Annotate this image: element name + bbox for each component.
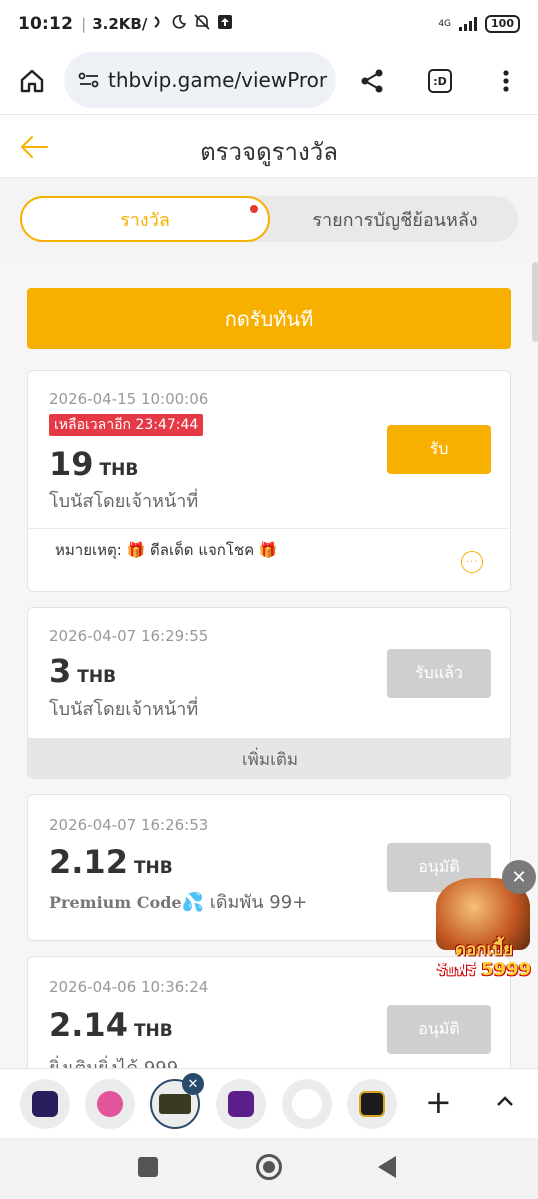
amount-currency: THB: [133, 1021, 173, 1041]
promo-amount: 5999: [481, 959, 532, 980]
divider: [28, 528, 510, 529]
page-header: ตรวจดูรางวัล: [0, 114, 538, 178]
notification-dot: [250, 205, 258, 213]
upload-icon: [217, 14, 233, 34]
recents-button[interactable]: [138, 1157, 158, 1177]
amount-currency: THB: [133, 858, 173, 878]
network-indicator: 4G: [438, 18, 452, 29]
promo-banner[interactable]: ดอกเบี้ย รับฟรี 5999 ✕: [430, 860, 538, 984]
bell-muted-icon: [193, 13, 211, 35]
source-code: Premium Code: [49, 893, 182, 912]
tab-thumbnail[interactable]: [347, 1079, 397, 1129]
reward-amount: 2.14 THB: [49, 1006, 173, 1044]
segment-control: รางวัล รายการบัญชีย้อนหลัง: [20, 196, 518, 242]
tab-area: รางวัล รายการบัญชีย้อนหลัง: [0, 178, 538, 262]
page-title: ตรวจดูรางวัล: [200, 138, 338, 166]
network-type: 4G: [438, 18, 452, 29]
battery-icon: 100: [485, 15, 520, 33]
system-nav-bar: [0, 1138, 538, 1199]
tab-switcher-button[interactable]: :D: [408, 48, 472, 114]
reward-note: หมายเหตุ: 🎁 ดีลเด็ด แจกโชค 🎁: [55, 541, 278, 559]
share-button[interactable]: [340, 48, 404, 114]
more-vert-icon: [503, 70, 509, 92]
signal-icon: [459, 17, 478, 31]
reward-card: 2026-04-07 16:29:55 3 THB โบนัสโดยเจ้าหน้…: [27, 607, 511, 779]
reward-amount: 3 THB: [49, 652, 116, 690]
status-time: 10:12: [18, 14, 74, 34]
tab-strip: ✕ +: [0, 1068, 538, 1138]
amount-value: 3: [49, 652, 72, 690]
amount-value: 2.12: [49, 843, 128, 881]
show-more-button[interactable]: เพิ่มเติม: [28, 738, 510, 778]
reward-source: ยิ่งเติมยิ่งได้ 999: [49, 1053, 178, 1068]
site-settings-icon[interactable]: [78, 71, 100, 89]
site-icon: [359, 1091, 385, 1117]
claimed-button: รับแล้ว: [387, 649, 491, 698]
amount-value: 2.14: [49, 1006, 128, 1044]
reward-date: 2026-04-07 16:26:53: [49, 816, 209, 834]
chevron-up-icon: [497, 1096, 513, 1106]
reward-amount: 2.12 THB: [49, 843, 173, 881]
site-icon: [159, 1094, 191, 1114]
scrollbar[interactable]: [532, 262, 538, 342]
wifi-calling-icon: [153, 15, 165, 33]
home-nav-button[interactable]: [256, 1154, 282, 1180]
source-detail: 💦 เดิมพัน 99+: [181, 892, 308, 913]
reward-amount: 19 THB: [49, 445, 138, 483]
site-icon: [228, 1091, 254, 1117]
tab-switcher-icon: :D: [428, 69, 452, 93]
expand-tabs-button[interactable]: [494, 1091, 516, 1113]
tab-thumbnail[interactable]: [85, 1079, 135, 1129]
reward-source: โบนัสโดยเจ้าหน้าที่: [49, 491, 199, 512]
tab-rewards[interactable]: รางวัล: [20, 196, 270, 242]
tab-thumbnail[interactable]: [216, 1079, 266, 1129]
amount-value: 19: [49, 445, 94, 483]
share-icon: [361, 69, 383, 93]
site-icon: [292, 1089, 322, 1119]
status-bar: 10:12 | 3.2KB/ 4G 100: [0, 0, 538, 48]
claim-button[interactable]: รับ: [387, 425, 491, 474]
promo-free-label: รับฟรี: [436, 960, 476, 979]
back-nav-button[interactable]: [378, 1156, 396, 1178]
reward-card: 2026-04-15 10:00:06 เหลือเวลาอีก 23:47:4…: [27, 370, 511, 592]
promo-close-button[interactable]: ✕: [502, 860, 536, 894]
browser-toolbar: thbvip.game/viewPror :D: [0, 48, 538, 114]
approve-button: อนุมัติ: [387, 1005, 491, 1054]
moon-icon: [171, 14, 187, 34]
status-right-icons: 4G 100: [438, 15, 520, 33]
site-icon: [97, 1091, 123, 1117]
reward-date: 2026-04-06 10:36:24: [49, 978, 209, 996]
promo-subtitle: รับฟรี 5999: [430, 958, 538, 983]
amount-currency: THB: [99, 460, 139, 480]
countdown-badge: เหลือเวลาอีก 23:47:44: [49, 414, 204, 436]
status-left-icons: | 3.2KB/: [81, 13, 233, 35]
home-button[interactable]: [0, 48, 64, 114]
claim-all-button[interactable]: กดรับทันที: [27, 288, 511, 349]
new-tab-button[interactable]: +: [425, 1083, 452, 1121]
net-speed: 3.2KB/: [92, 15, 148, 33]
reward-source: โบนัสโดยเจ้าหน้าที่: [49, 699, 199, 720]
site-icon: [32, 1091, 58, 1117]
tab-thumbnail[interactable]: [20, 1079, 70, 1129]
url-bar[interactable]: thbvip.game/viewPror: [64, 52, 336, 108]
tab-thumbnail[interactable]: [282, 1079, 332, 1129]
close-tab-icon[interactable]: ✕: [182, 1073, 204, 1095]
reward-source: Premium Code💦 เดิมพัน 99+: [49, 887, 307, 916]
reward-date: 2026-04-15 10:00:06: [49, 390, 209, 408]
more-options-icon[interactable]: ···: [461, 551, 483, 573]
browser-menu-button[interactable]: [474, 48, 538, 114]
home-icon: [20, 69, 44, 93]
reward-date: 2026-04-07 16:29:55: [49, 627, 209, 645]
tab-history[interactable]: รายการบัญชีย้อนหลัง: [272, 196, 518, 242]
url-text: thbvip.game/viewPror: [108, 68, 328, 92]
amount-currency: THB: [77, 667, 117, 687]
